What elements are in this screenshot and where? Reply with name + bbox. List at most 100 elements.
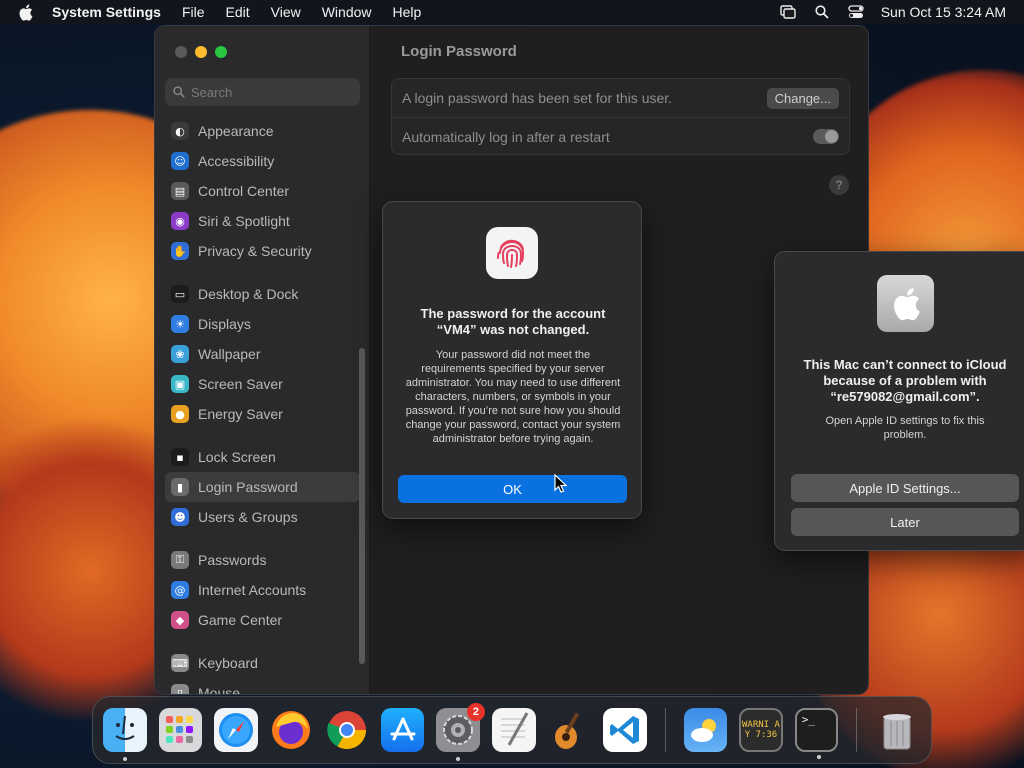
- apple-logo-icon: [877, 275, 934, 332]
- dock-launchpad[interactable]: [158, 708, 203, 752]
- dock-app-store[interactable]: [380, 708, 425, 752]
- dock-console[interactable]: WARNI AY 7:36: [739, 708, 783, 752]
- menu-file[interactable]: File: [182, 4, 205, 20]
- spotlight-search-icon[interactable]: [813, 4, 831, 20]
- wallpaper-icon: ❀: [171, 345, 189, 363]
- icloud-error-dialog: This Mac can’t connect to iCloud because…: [774, 251, 1024, 551]
- later-button[interactable]: Later: [791, 508, 1019, 536]
- apple-id-settings-button[interactable]: Apple ID Settings...: [791, 474, 1019, 502]
- sidebar-item-label: Desktop & Dock: [198, 286, 299, 302]
- dock: 2 WARNI AY 7:36 >_: [92, 696, 932, 764]
- trash-icon: [883, 714, 912, 750]
- safari-icon: [218, 713, 253, 747]
- dock-system-settings[interactable]: 2: [436, 703, 485, 761]
- dock-textedit[interactable]: [491, 708, 536, 752]
- mouse-icon: ▯: [171, 684, 189, 694]
- sidebar-item-label: Displays: [198, 316, 251, 332]
- firefox-icon: [272, 711, 311, 749]
- sidebar-item-label: Wallpaper: [198, 346, 261, 362]
- sidebar-item-label: Privacy & Security: [198, 243, 312, 259]
- sidebar-item-label: Accessibility: [198, 153, 275, 169]
- change-password-button[interactable]: Change...: [766, 87, 839, 109]
- close-window-button[interactable]: [175, 46, 187, 58]
- password-error-dialog: The password for the account “VM4” was n…: [382, 201, 642, 519]
- dock-vscode[interactable]: [603, 708, 647, 752]
- menu-bar: System Settings File Edit View Window He…: [0, 0, 1024, 24]
- auto-login-toggle[interactable]: [813, 129, 839, 144]
- desktop-dock-icon: ▭: [171, 285, 189, 303]
- sidebar-item-game-center[interactable]: ◆ Game Center: [165, 605, 360, 635]
- dock-chrome[interactable]: [325, 708, 369, 752]
- menu-help[interactable]: Help: [393, 4, 422, 20]
- sidebar-item-internet-accounts[interactable]: @ Internet Accounts: [165, 575, 360, 605]
- mouse-cursor-icon: [554, 474, 568, 493]
- icloud-dialog-message: Open Apple ID settings to fix this probl…: [825, 415, 985, 441]
- sidebar-item-wallpaper[interactable]: ❀ Wallpaper: [165, 339, 360, 369]
- dock-safari[interactable]: [214, 708, 258, 752]
- screen-mirroring-icon[interactable]: [779, 4, 797, 20]
- sidebar-item-accessibility[interactable]: ☺ Accessibility: [165, 146, 360, 176]
- lock-screen-icon: ▪: [171, 448, 189, 466]
- sidebar-item-privacy-security[interactable]: ✋ Privacy & Security: [165, 236, 360, 266]
- keyboard-icon: ⌨: [171, 654, 189, 672]
- launchpad-icon: [166, 716, 194, 743]
- privacy-icon: ✋: [171, 242, 189, 260]
- control-center-icon[interactable]: [847, 4, 865, 20]
- sidebar-item-keyboard[interactable]: ⌨ Keyboard: [165, 648, 360, 678]
- minimize-window-button[interactable]: [195, 46, 207, 58]
- sidebar-scrollbar[interactable]: [359, 348, 365, 664]
- password-status-text: A login password has been set for this u…: [402, 90, 673, 106]
- sidebar-item-desktop-dock[interactable]: ▭ Desktop & Dock: [165, 279, 360, 309]
- sidebar-item-label: Users & Groups: [198, 509, 298, 525]
- menu-edit[interactable]: Edit: [226, 4, 250, 20]
- help-button[interactable]: ?: [829, 175, 849, 195]
- sidebar-item-appearance[interactable]: ◐ Appearance: [165, 116, 360, 146]
- sidebar-search[interactable]: [165, 78, 360, 106]
- sidebar-item-lock-screen[interactable]: ▪ Lock Screen: [165, 442, 360, 472]
- chrome-icon: [327, 711, 367, 750]
- users-groups-icon: ☻: [171, 508, 189, 526]
- game-center-icon: ◆: [171, 611, 189, 629]
- dock-firefox[interactable]: [270, 708, 314, 752]
- sidebar-item-screen-saver[interactable]: ▣ Screen Saver: [165, 369, 360, 399]
- sidebar-item-label: Screen Saver: [198, 376, 283, 392]
- sidebar-list: ◐ Appearance ☺ Accessibility ▤ Control Center…: [165, 116, 360, 694]
- running-indicator: [123, 757, 127, 761]
- console-log-text: WARNI AY 7:36: [742, 720, 780, 740]
- dock-garageband[interactable]: [548, 708, 592, 752]
- menu-window[interactable]: Window: [322, 4, 372, 20]
- passwords-icon: ⚿: [171, 551, 189, 569]
- sidebar-item-passwords[interactable]: ⚿ Passwords: [165, 545, 360, 575]
- menu-bar-clock[interactable]: Sun Oct 15 3:24 AM: [881, 4, 1006, 20]
- menu-view[interactable]: View: [271, 4, 301, 20]
- search-input[interactable]: [191, 84, 351, 100]
- internet-accounts-icon: @: [171, 581, 189, 599]
- dock-finder[interactable]: [103, 708, 147, 761]
- menu-app-name[interactable]: System Settings: [52, 4, 161, 20]
- sidebar-item-siri-spotlight[interactable]: ◉ Siri & Spotlight: [165, 206, 360, 236]
- sidebar-item-label: Internet Accounts: [198, 582, 307, 598]
- sidebar-item-energy-saver[interactable]: ● Energy Saver: [165, 399, 360, 429]
- dock-terminal[interactable]: >_: [794, 708, 839, 759]
- sidebar-item-label: Appearance: [198, 123, 274, 139]
- sidebar-item-login-password[interactable]: ▮ Login Password: [165, 472, 360, 502]
- sidebar-item-control-center[interactable]: ▤ Control Center: [165, 176, 360, 206]
- dock-weather[interactable]: [683, 708, 728, 752]
- sidebar-item-label: Siri & Spotlight: [198, 213, 290, 229]
- zoom-window-button[interactable]: [215, 46, 227, 58]
- vscode-icon: [609, 716, 639, 744]
- garageband-icon: [555, 712, 580, 749]
- sidebar-item-label: Keyboard: [198, 655, 258, 671]
- sidebar-item-users-groups[interactable]: ☻ Users & Groups: [165, 502, 360, 532]
- sidebar-item-label: Lock Screen: [198, 449, 276, 465]
- appearance-icon: ◐: [171, 122, 189, 140]
- sidebar-item-displays[interactable]: ☀ Displays: [165, 309, 360, 339]
- sidebar-item-mouse[interactable]: ▯ Mouse: [165, 678, 360, 694]
- page-title: Login Password: [401, 43, 517, 60]
- dock-trash[interactable]: [875, 708, 919, 752]
- energy-saver-icon: ●: [171, 405, 189, 423]
- apple-menu-icon[interactable]: [18, 3, 38, 21]
- ok-button[interactable]: OK: [398, 475, 627, 503]
